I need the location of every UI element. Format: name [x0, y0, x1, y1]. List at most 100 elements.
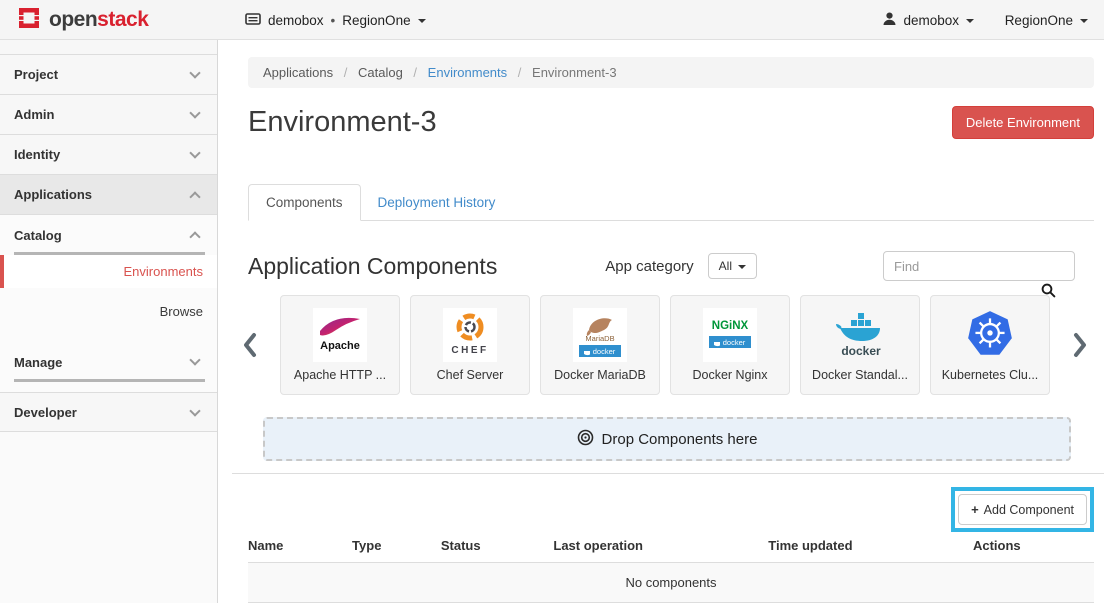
tab-bar: Components Deployment History — [248, 183, 1094, 221]
breadcrumb-environments-link[interactable]: Environments — [428, 65, 507, 80]
component-card-chef[interactable]: CHEF Chef Server — [410, 295, 530, 395]
component-card-kubernetes[interactable]: Kubernetes Clu... — [930, 295, 1050, 395]
sidebar-nav: Project Admin Identity Applications Cata… — [0, 40, 218, 603]
add-component-label: Add Component — [984, 503, 1074, 517]
svg-text:CHEF: CHEF — [451, 345, 488, 356]
components-panel-header: Application Components App category All — [248, 249, 1094, 283]
panel-divider — [232, 473, 1104, 474]
breadcrumb-separator: / — [413, 65, 417, 80]
sidebar-item-admin[interactable]: Admin — [0, 95, 217, 135]
column-header-type[interactable]: Type — [352, 534, 441, 563]
column-header-time-updated[interactable]: Time updated — [768, 534, 973, 563]
chevron-up-icon — [189, 231, 200, 242]
sidebar-item-manage[interactable]: Manage — [0, 342, 217, 382]
sidebar-item-label: Browse — [160, 304, 203, 319]
category-selected-value: All — [719, 259, 732, 273]
sidebar-item-applications[interactable]: Applications — [0, 175, 217, 215]
find-input[interactable] — [883, 251, 1075, 281]
sidebar-item-identity[interactable]: Identity — [0, 135, 217, 175]
drop-zone-text: Drop Components here — [602, 431, 758, 448]
component-card-label: Chef Server — [437, 368, 504, 382]
page-title: Environment-3 — [248, 106, 952, 139]
chevron-down-icon — [189, 354, 200, 365]
context-region: RegionOne — [342, 13, 410, 28]
component-card-label: Docker Standal... — [812, 368, 908, 382]
column-header-actions: Actions — [973, 534, 1094, 563]
breadcrumb-current: Environment-3 — [532, 65, 617, 80]
tab-components[interactable]: Components — [248, 184, 361, 221]
tab-deployment-history[interactable]: Deployment History — [361, 185, 513, 220]
chevron-down-icon — [189, 405, 200, 416]
svg-text:MariaDB: MariaDB — [585, 334, 614, 343]
component-card-label: Docker Nginx — [692, 368, 767, 382]
mariadb-docker-logo-icon: MariaDB docker — [573, 308, 627, 362]
svg-text:docker: docker — [723, 338, 746, 347]
breadcrumb-catalog[interactable]: Catalog — [358, 65, 403, 80]
sidebar-item-environments[interactable]: Environments — [0, 255, 217, 288]
delete-environment-button[interactable]: Delete Environment — [952, 106, 1094, 139]
nginx-docker-logo-icon: NGiNX docker — [703, 308, 757, 362]
region-menu[interactable]: RegionOne — [1005, 0, 1088, 40]
chevron-down-icon — [189, 147, 200, 158]
apache-logo-icon: Apache — [313, 308, 367, 362]
plus-icon: + — [971, 502, 979, 517]
sidebar-item-developer[interactable]: Developer — [0, 392, 217, 432]
application-components-heading: Application Components — [248, 253, 605, 280]
caret-down-icon — [966, 19, 974, 23]
components-carousel: Apache Apache HTTP ... CHEF Chef Server — [248, 295, 1094, 395]
sidebar-item-project[interactable]: Project — [0, 55, 217, 95]
docker-logo-icon: docker — [833, 308, 887, 362]
add-component-button[interactable]: + Add Component — [958, 494, 1087, 525]
drop-target-icon — [577, 429, 594, 450]
category-dropdown[interactable]: All — [708, 253, 757, 279]
sidebar-item-label: Environments — [124, 264, 203, 279]
svg-text:docker: docker — [841, 344, 881, 358]
breadcrumb-applications[interactable]: Applications — [263, 65, 333, 80]
project-context-switcher[interactable]: demobox • RegionOne — [245, 0, 426, 40]
chevron-up-icon — [189, 191, 200, 202]
context-separator: • — [331, 13, 336, 28]
component-card-label: Apache HTTP ... — [294, 368, 386, 382]
user-menu[interactable]: demobox — [883, 0, 974, 40]
page-header: Environment-3 Delete Environment — [248, 102, 1094, 142]
component-cards: Apache Apache HTTP ... CHEF Chef Server — [280, 295, 1062, 395]
breadcrumb-separator: / — [344, 65, 348, 80]
app-category-label: App category — [605, 258, 693, 275]
sidebar-item-label: Manage — [14, 355, 62, 370]
main-content: Applications / Catalog / Environments / … — [218, 40, 1104, 603]
user-icon — [883, 12, 896, 29]
sidebar-item-label: Developer — [14, 405, 77, 420]
sidebar-item-label: Identity — [14, 147, 60, 162]
drop-components-zone[interactable]: Drop Components here — [263, 417, 1071, 461]
column-header-name[interactable]: Name — [248, 534, 352, 563]
openstack-logo-icon — [16, 5, 42, 36]
component-card-docker-nginx[interactable]: NGiNX docker Docker Nginx — [670, 295, 790, 395]
component-card-docker-standalone[interactable]: docker Docker Standal... — [800, 295, 920, 395]
brand-text: openstack — [49, 8, 148, 32]
openstack-dashboard: openstack demobox • RegionOne — [0, 0, 1104, 603]
breadcrumb: Applications / Catalog / Environments / … — [248, 57, 1094, 88]
component-card-apache[interactable]: Apache Apache HTTP ... — [280, 295, 400, 395]
carousel-next-icon[interactable] — [1073, 331, 1088, 364]
sidebar-item-label: Catalog — [14, 228, 62, 243]
chevron-down-icon — [189, 107, 200, 118]
sidebar-item-browse[interactable]: Browse — [0, 288, 217, 342]
user-menu-label: demobox — [903, 13, 959, 28]
svg-text:NGiNX: NGiNX — [712, 320, 749, 332]
context-project: demobox — [268, 13, 324, 28]
svg-text:docker: docker — [593, 347, 616, 356]
caret-down-icon — [418, 19, 426, 23]
caret-down-icon — [738, 265, 746, 269]
carousel-prev-icon[interactable] — [242, 331, 257, 364]
breadcrumb-separator: / — [518, 65, 522, 80]
column-header-status[interactable]: Status — [441, 534, 554, 563]
column-header-last-operation[interactable]: Last operation — [553, 534, 768, 563]
empty-message: No components — [248, 563, 1094, 603]
sidebar-item-catalog[interactable]: Catalog — [0, 215, 217, 255]
openstack-brand[interactable]: openstack — [16, 0, 148, 40]
add-component-row: + Add Component — [248, 487, 1094, 534]
table-header-row: Name Type Status Last operation Time upd… — [248, 534, 1094, 563]
component-card-docker-mariadb[interactable]: MariaDB docker Docker MariaDB — [540, 295, 660, 395]
applications-subpanel: Catalog Environments Browse Manage — [0, 215, 217, 392]
empty-table-row: No components — [248, 563, 1094, 603]
